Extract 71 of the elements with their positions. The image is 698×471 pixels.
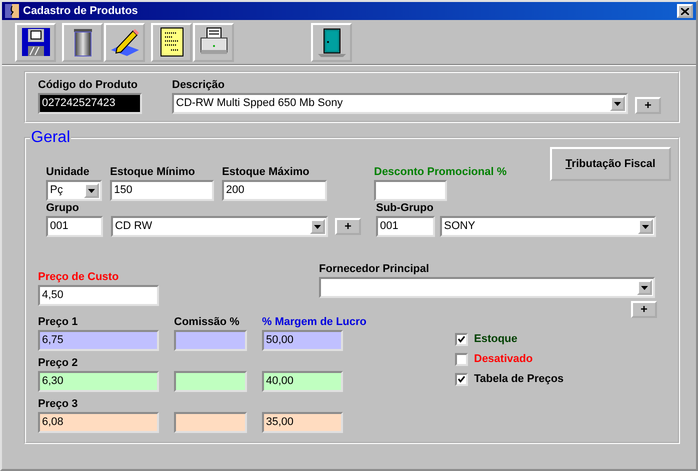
- close-button[interactable]: [677, 4, 693, 18]
- add-button[interactable]: +: [635, 97, 661, 114]
- tax-button[interactable]: Tributação Fiscal: [550, 147, 671, 181]
- checkbox[interactable]: [455, 352, 468, 366]
- checkbox-label: Estoque: [474, 333, 518, 345]
- pencil-icon: [108, 26, 140, 58]
- commission-field[interactable]: [174, 412, 247, 433]
- field-label: Grupo: [46, 201, 79, 215]
- dropdown-button[interactable]: [84, 183, 99, 198]
- delete-button[interactable]: [62, 22, 103, 62]
- field-label: % Margem de Lucro: [262, 315, 367, 329]
- notes-button[interactable]: [151, 22, 192, 62]
- checkbox[interactable]: [455, 332, 468, 346]
- code-field[interactable]: 027242527423: [38, 93, 142, 114]
- caret-icon: [314, 224, 321, 228]
- caret-icon: [641, 286, 648, 290]
- app-icon: [4, 3, 20, 19]
- price-field[interactable]: 6,08: [38, 412, 159, 433]
- dropdown-field[interactable]: CD-RW Multi Spped 650 Mb Sony: [172, 93, 628, 114]
- field-label: Fornecedor Principal: [319, 262, 430, 276]
- input-field[interactable]: 200: [222, 180, 327, 201]
- field-label: Sub-Grupo: [376, 201, 434, 215]
- dropdown-button[interactable]: [638, 219, 653, 234]
- exit-button[interactable]: [311, 22, 352, 62]
- field-label: Estoque Mínimo: [110, 165, 195, 179]
- field-label: Preço 2: [38, 356, 79, 370]
- dropdown-field[interactable]: SONY: [440, 216, 656, 237]
- panel-legend: Geral: [30, 130, 72, 146]
- window-title: Cadastro de Produtos: [23, 5, 139, 17]
- dropdown-button[interactable]: [310, 219, 325, 234]
- caret-icon: [614, 102, 621, 106]
- input-field[interactable]: 001: [376, 216, 435, 237]
- field-label: Comissão %: [174, 315, 240, 329]
- dropdown-field[interactable]: CD RW: [111, 216, 328, 237]
- add-button[interactable]: +: [335, 218, 361, 235]
- dropdown-button[interactable]: [610, 96, 625, 111]
- check-icon: [458, 376, 465, 382]
- add-button[interactable]: +: [631, 301, 657, 318]
- input-field[interactable]: 001: [46, 216, 103, 237]
- margin-field[interactable]: 40,00: [262, 371, 343, 392]
- field-label: Preço 1: [38, 315, 79, 329]
- field-label: Preço 3: [38, 397, 79, 411]
- field-label: Código do Produto: [38, 78, 138, 92]
- price-field[interactable]: 6,75: [38, 330, 159, 351]
- field-label: Estoque Máximo: [222, 165, 310, 179]
- edit-button[interactable]: [104, 22, 145, 62]
- door-icon: [316, 26, 348, 58]
- dropdown-field[interactable]: [319, 277, 655, 298]
- field-label: Descrição: [172, 78, 225, 92]
- checkbox-label: Desativado: [474, 353, 533, 365]
- price-field[interactable]: 6,30: [38, 371, 159, 392]
- input-field[interactable]: [374, 180, 447, 201]
- field-label: Desconto Promocional %: [374, 165, 507, 179]
- margin-field[interactable]: 35,00: [262, 412, 343, 433]
- field-label: Unidade: [46, 165, 90, 179]
- check-icon: [458, 336, 465, 342]
- checkbox-label: Tabela de Preços: [474, 373, 564, 385]
- commission-field[interactable]: [174, 330, 247, 351]
- field-label: Preço de Custo: [38, 270, 119, 284]
- close-icon: [681, 8, 689, 14]
- checkbox[interactable]: [455, 372, 468, 386]
- save-button[interactable]: [15, 22, 56, 62]
- caret-icon: [88, 188, 95, 192]
- input-field[interactable]: 150: [110, 180, 214, 201]
- dropdown-button[interactable]: [637, 280, 652, 295]
- caret-icon: [642, 224, 649, 228]
- print-button[interactable]: [193, 22, 234, 62]
- input-field[interactable]: 4,50: [38, 285, 159, 306]
- margin-field[interactable]: 50,00: [262, 330, 343, 351]
- dropdown-field[interactable]: Pç: [46, 180, 102, 201]
- commission-field[interactable]: [174, 371, 247, 392]
